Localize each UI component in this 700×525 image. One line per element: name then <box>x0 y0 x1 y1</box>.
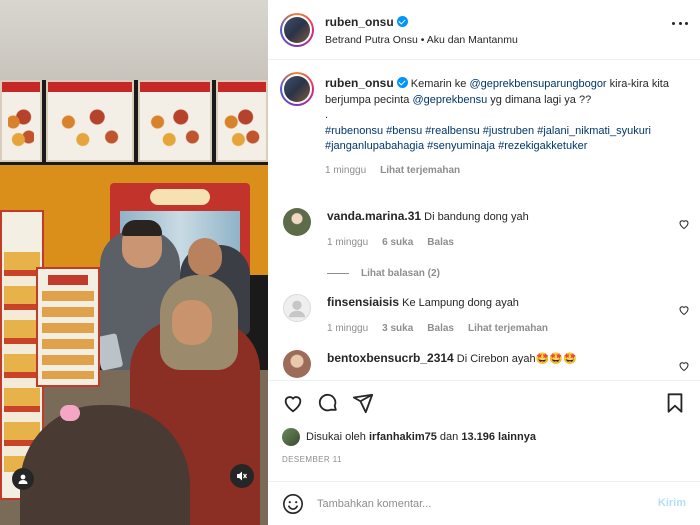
tagged-user-icon[interactable] <box>12 468 34 490</box>
comment-text: Di bandung dong yah <box>424 211 529 223</box>
reply-button[interactable]: Balas <box>427 237 454 248</box>
post-side-panel: ruben_onsu Betrand Putra Onsu • Aku dan … <box>268 0 700 525</box>
comment-time: 1 minggu <box>327 237 369 248</box>
commenter-username[interactable]: finsensiaisis <box>327 295 399 309</box>
caption-time: 1 minggu <box>325 164 367 176</box>
heart-icon[interactable] <box>678 304 690 316</box>
comment-input[interactable] <box>317 495 637 513</box>
author-avatar[interactable] <box>280 13 314 47</box>
commenter-avatar[interactable] <box>283 350 311 378</box>
comment-icon[interactable] <box>317 392 339 414</box>
heart-icon[interactable] <box>678 218 690 230</box>
commenter-username[interactable]: vanda.marina.31 <box>327 209 421 223</box>
caption-mention[interactable]: @geprekbensu <box>412 94 487 106</box>
post-video[interactable] <box>0 0 268 525</box>
caption-text: Kemarin ke <box>410 78 470 90</box>
likes-count[interactable]: 13.196 lainnya <box>461 431 536 443</box>
caption-avatar[interactable] <box>280 72 314 106</box>
see-translation-link[interactable]: Lihat terjemahan <box>468 323 548 334</box>
reply-button[interactable]: Balas <box>427 323 454 334</box>
comment-text: Di Cirebon ayah🤩🤩🤩 <box>456 353 577 365</box>
comments-list[interactable]: ruben_onsu Kemarin ke @geprekbensuparung… <box>268 60 700 378</box>
audio-track[interactable]: Betrand Putra Onsu • Aku dan Mantanmu <box>325 34 518 46</box>
caption-username[interactable]: ruben_onsu <box>325 76 394 90</box>
liked-by-middle: dan <box>439 431 459 443</box>
send-icon[interactable] <box>352 392 374 414</box>
video-frame <box>0 0 268 525</box>
post-header: ruben_onsu Betrand Putra Onsu • Aku dan … <box>268 0 700 60</box>
post-comment-button[interactable]: Kirim <box>658 497 686 509</box>
speaker-muted-icon[interactable] <box>230 464 254 488</box>
commenter-username[interactable]: bentoxbensucrb_2314 <box>327 351 454 365</box>
heart-icon[interactable] <box>282 392 304 414</box>
caption-mention[interactable]: @geprekbensuparungbogor <box>469 78 606 90</box>
comment-likes[interactable]: 6 suka <box>382 237 413 248</box>
comment-text: Ke Lampung dong ayah <box>402 297 519 309</box>
likes-summary: Disukai oleh irfanhakim75 dan 13.196 lai… <box>282 428 536 446</box>
post-date[interactable]: DESEMBER 11 <box>282 455 342 464</box>
commenter-avatar[interactable] <box>283 294 311 322</box>
smiley-icon[interactable] <box>282 493 304 515</box>
comment-composer: Kirim <box>268 481 700 525</box>
commenter-avatar[interactable] <box>283 208 311 236</box>
action-bar <box>268 380 700 424</box>
author-username[interactable]: ruben_onsu <box>325 15 394 29</box>
caption-text: yg dimana lagi ya ?? <box>487 93 592 106</box>
liker-avatar[interactable] <box>282 428 300 446</box>
comment-likes[interactable]: 3 suka <box>382 323 413 334</box>
caption-hashtags[interactable]: #rubenonsu #bensu #realbensu #justruben … <box>325 125 651 153</box>
liked-by-user[interactable]: irfanhakim75 <box>369 431 437 443</box>
bookmark-icon[interactable] <box>664 392 686 414</box>
caption-dot: . <box>325 109 329 121</box>
verified-badge-icon <box>396 77 408 88</box>
heart-icon[interactable] <box>678 360 690 372</box>
verified-badge-icon <box>396 16 408 27</box>
comment-time: 1 minggu <box>327 323 369 334</box>
more-options-icon[interactable] <box>672 22 688 28</box>
liked-by-prefix: Disukai oleh <box>306 431 366 443</box>
see-translation-link[interactable]: Lihat terjemahan <box>380 165 460 176</box>
view-replies-link[interactable]: Lihat balasan (2) <box>327 268 440 279</box>
